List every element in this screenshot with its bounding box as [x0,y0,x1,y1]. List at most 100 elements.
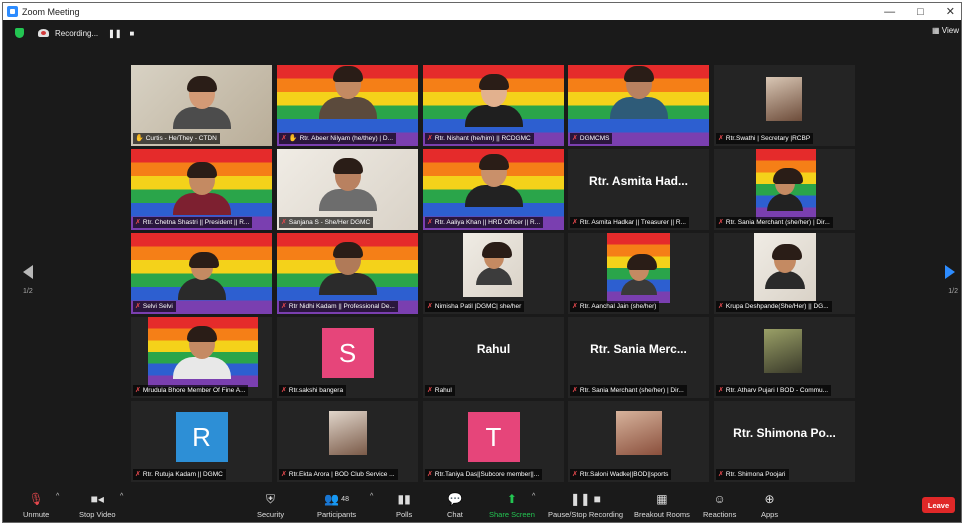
video-tile[interactable]: ✗ Selvi Selvi [131,233,272,314]
mic-muted-icon: ✗ [135,387,141,394]
participant-name-tag: ✗ Rtr. Aanchal Jain (she/her) [570,301,660,312]
mic-muted-icon: ✗ [572,135,578,142]
reactions-button[interactable]: ☺ Reactions [703,491,736,519]
video-tile[interactable]: ✗ Rtr.Saloni Wadke||BOD||sports [568,401,709,482]
mic-muted-icon: ✗ [281,471,287,478]
participant-name-tag: ✗ Rtr.Saloni Wadke||BOD||sports [570,469,672,480]
page-indicator-left: 1/2 [23,288,33,295]
apps-button[interactable]: ⊕ Apps [761,491,778,519]
next-page-arrow-icon[interactable] [945,265,955,279]
participants-options-chevron-icon[interactable]: ^ [370,493,373,500]
participants-count: 48 [341,495,349,503]
stop-video-label: Stop Video [79,510,116,519]
pause-recording-button[interactable]: ❚❚ [108,29,121,38]
chat-button[interactable]: 💬 Chat [447,491,463,519]
video-tile[interactable]: ✗ Rtr. Chetna Shastri || President || R..… [131,149,272,230]
participant-video [475,242,512,285]
avatar-initial: S [321,328,374,378]
recording-indicator: Recording... [38,29,98,38]
video-tile[interactable]: S ✗ Rtr.sakshi bangera [277,317,418,398]
participants-button[interactable]: 👥 48 Participants [317,491,356,519]
participant-name-tag: ✗ Rtr. Sania Merchant (she/her) | Dir... [570,385,687,396]
breakout-rooms-button[interactable]: ▦ Breakout Rooms [634,491,690,519]
unmute-label: Unmute [23,510,50,519]
participant-video [620,254,657,295]
video-camera-icon: ■◂ [90,492,104,506]
mic-muted-icon: ✗ [135,219,141,226]
video-options-chevron-icon[interactable]: ^ [120,493,123,500]
video-tile[interactable]: Rtr. Sania Merc... ✗ Rtr. Sania Merchant … [568,317,709,398]
video-tile[interactable]: ✗ Rtr. Nishant (he/him) || RCDGMC [423,65,564,146]
video-tile[interactable]: ✗ Rtr. Sania Merchant (she/her) | Dir... [714,149,855,230]
participant-video [318,158,377,211]
profile-picture [329,411,367,455]
participants-label: Participants [317,510,357,519]
participant-video [177,252,226,300]
apps-label: Apps [761,510,779,519]
mic-muted-icon: ✗ [427,135,433,142]
video-tile[interactable]: R ✗ Rtr. Rutuja Kadam || DGMC [131,401,272,482]
video-tile[interactable]: ✗ Rtr. Atharv Pujari I BOD - Commu... [714,317,855,398]
mic-muted-icon: ✗ [427,387,433,394]
zoom-app-icon [7,6,18,17]
raised-hand-icon: ✋ [288,135,298,142]
video-tile[interactable]: ✗ Rtr.Swathi | Secretary |RCBP [714,65,855,146]
view-button[interactable]: ▦ View [932,26,959,35]
video-tile[interactable]: ✗ Rtr. Aaliya Khan || HRD Officer || R... [423,149,564,230]
profile-picture [766,77,802,121]
encryption-shield-icon[interactable] [15,28,24,38]
stop-video-button[interactable]: ■◂ Stop Video [79,491,116,519]
video-tile[interactable]: ✗ Nimisha Patil |DGMC| she/her [423,233,564,314]
security-button[interactable]: ⛨ Security [257,491,284,520]
video-tile[interactable]: ✗ Rtr Nidhi Kadam || Professional De... [277,233,418,314]
stop-recording-button[interactable]: ■ [130,29,135,38]
mic-muted-icon: ✗ [427,303,433,310]
mic-muted-icon: ✗ [427,471,433,478]
video-tile[interactable]: ✗ Mrudula Bhore Member Of Fine A... [131,317,272,398]
video-tile[interactable]: Rtr. Shimona Po... ✗ Rtr. Shimona Poojari [714,401,855,482]
chat-bubble-icon: 💬 [447,492,463,506]
audio-options-chevron-icon[interactable]: ^ [56,493,59,500]
profile-picture [616,411,662,455]
participant-name-tag: ✗ Selvi Selvi [133,301,176,312]
participant-name-tag: ✗ Rtr Nidhi Kadam || Professional De... [279,301,398,312]
cloud-recording-icon [38,29,49,37]
participant-name-tag: ✗ Rtr. Chetna Shastri || President || R..… [133,217,253,228]
video-tile[interactable]: Rtr. Asmita Had... ✗ Rtr. Asmita Hadkar |… [568,149,709,230]
participant-display-name: Rtr. Shimona Po... [733,425,836,440]
share-screen-label: Share Screen [489,510,535,519]
mic-muted-icon: ✗ [427,219,433,226]
unmute-button[interactable]: 🎙 Unmute [23,491,49,519]
grid-view-icon: ▦ [932,26,942,35]
polls-button[interactable]: ▮▮ Polls [396,491,412,519]
participant-video [318,242,377,295]
reactions-label: Reactions [703,510,737,519]
participant-name-tag: ✗ Nimisha Patil |DGMC| she/her [425,301,525,312]
share-options-chevron-icon[interactable]: ^ [532,493,535,500]
participant-name-tag: ✗ Rtr. Asmita Hadkar || Treasurer || R... [570,217,689,228]
participant-name-tag: ✗ DGMCMS [570,133,613,144]
video-tile[interactable]: ✗ ✋ Rtr. Abeer Nilyam (he/they) | D... [277,65,418,146]
minimize-button[interactable]: — [884,6,895,18]
video-tile[interactable]: ✗ Rtr. Aanchal Jain (she/her) [568,233,709,314]
mic-muted-icon: ✗ [572,387,578,394]
participant-name-tag: ✗ Sanjana S - She/Her DGMC [279,217,374,228]
video-tile[interactable]: ✗ DGMCMS [568,65,709,146]
video-tile[interactable]: T ✗ Rtr.Taniya Das||Subcore member||... [423,401,564,482]
leave-meeting-button[interactable]: Leave [922,497,955,513]
participant-display-name: Rtr. Sania Merc... [590,341,687,356]
pause-stop-recording-button[interactable]: ❚❚ ■ Pause/Stop Recording [548,491,623,519]
video-tile[interactable]: Rahul ✗ Rahul [423,317,564,398]
previous-page-arrow-icon[interactable] [23,265,33,279]
video-tile[interactable]: ✗ Rtr.Ekta Arora | BOD Club Service ... [277,401,418,482]
meeting-top-bar: Recording... ❚❚ ■ ▦ View [3,20,961,46]
share-screen-button[interactable]: ⬆ Share Screen [489,491,535,519]
video-tile[interactable]: ✗ Sanjana S - She/Her DGMC [277,149,418,230]
video-tile[interactable]: ✗ Krupa Deshpande(She/Her) || DG... [714,233,855,314]
video-tile[interactable]: ✋ Curtis - He/They - CTDN [131,65,272,146]
participant-video [464,74,523,127]
mic-muted-icon: ✗ [718,135,724,142]
polls-label: Polls [396,510,413,519]
maximize-button[interactable]: □ [917,6,924,18]
close-window-button[interactable]: ✕ [946,5,955,18]
